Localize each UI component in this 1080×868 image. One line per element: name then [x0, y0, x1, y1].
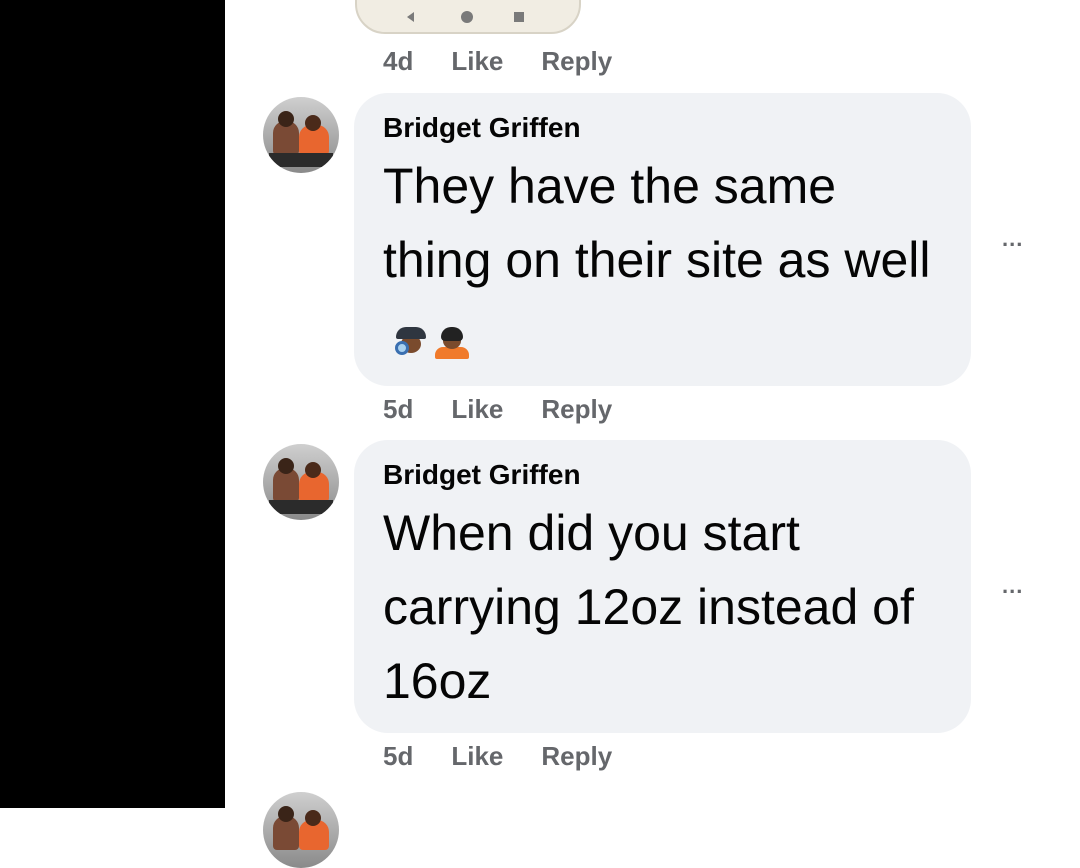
avatar[interactable] [263, 444, 339, 520]
comment-author[interactable]: Bridget Griffen [383, 111, 943, 145]
avatar[interactable] [263, 97, 339, 173]
avatar[interactable] [263, 792, 339, 868]
person-shrugging-emoji-icon [433, 325, 469, 359]
comment-author[interactable]: Bridget Griffen [383, 458, 943, 492]
comment-bubble[interactable]: Bridget Griffen They have the same thing… [354, 93, 971, 386]
reply-link[interactable]: Reply [541, 46, 612, 77]
like-link[interactable]: Like [451, 741, 503, 772]
comment-time: 4d [383, 46, 414, 76]
comment-time: 5d [383, 394, 414, 424]
like-link[interactable]: Like [451, 394, 503, 425]
reply-link[interactable]: Reply [541, 741, 612, 772]
embedded-image-nav-bar [355, 0, 581, 34]
comment-text: When did you start carrying 12oz instead… [383, 505, 914, 709]
left-black-margin [0, 0, 225, 808]
home-circle-icon [461, 11, 473, 23]
comment-actions: 5d Like Reply [383, 394, 612, 425]
reply-link[interactable]: Reply [541, 394, 612, 425]
previous-comment-actions: 4d Like Reply [383, 46, 612, 77]
detective-emoji-icon [393, 325, 429, 359]
comment-bubble[interactable]: Bridget Griffen When did you start carry… [354, 440, 971, 733]
like-link[interactable]: Like [451, 46, 503, 77]
comment-actions: 5d Like Reply [383, 741, 612, 772]
more-options-icon[interactable]: ... [1002, 226, 1023, 252]
back-triangle-icon [407, 12, 414, 22]
more-options-icon[interactable]: ... [1002, 573, 1023, 599]
recents-square-icon [514, 12, 524, 22]
comment-text: They have the same thing on their site a… [383, 149, 943, 375]
comment-time: 5d [383, 741, 414, 771]
